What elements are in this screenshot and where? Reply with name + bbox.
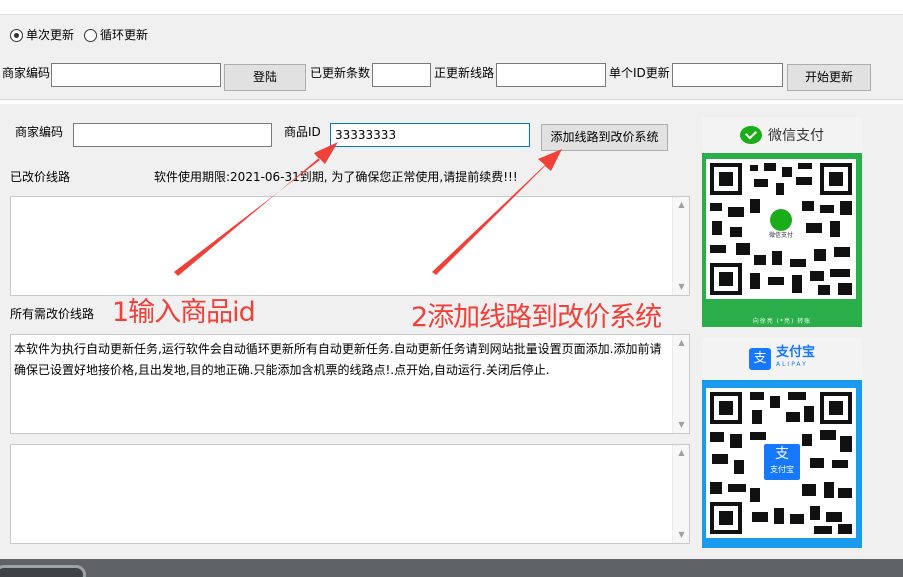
wechat-qr-area: 微信支付 向徐亮 (*亮) 转账 bbox=[702, 153, 862, 327]
description-text: 本软件为执行自动更新任务,运行软件会自动循环更新所有自动更新任务.自动更新任务请… bbox=[14, 342, 662, 377]
scroll-down-icon[interactable]: ▼ bbox=[673, 527, 690, 543]
single-update-radio[interactable]: 单次更新 bbox=[10, 27, 74, 43]
single-update-label: 单次更新 bbox=[26, 28, 75, 42]
add-route-button[interactable]: 添加线路到改价系统 bbox=[541, 124, 668, 151]
changed-routes-label: 已改价线路 bbox=[10, 170, 71, 184]
alipay-subtitle: ALIPAY bbox=[775, 361, 808, 368]
updated-count-label: 已更新条数 bbox=[310, 66, 371, 80]
wechat-center-label: 微信支付 bbox=[768, 232, 793, 239]
radio-dot bbox=[84, 28, 97, 42]
updating-route-input[interactable] bbox=[496, 63, 606, 87]
alipay-logo-icon: 支 bbox=[748, 348, 771, 370]
wechat-logo-icon bbox=[740, 126, 762, 144]
alipay-center-label: 支付宝 bbox=[764, 464, 800, 476]
wechat-footer: 向徐亮 (*亮) 转账 bbox=[752, 318, 812, 325]
wechat-pay-title: 微信支付 bbox=[768, 128, 824, 144]
wechat-center-badge: 微信支付 bbox=[761, 207, 801, 247]
alipay-center-badge: 支 支付宝 bbox=[762, 442, 802, 482]
loop-update-radio[interactable]: 循环更新 bbox=[84, 27, 148, 43]
expiry-notice: 软件使用期限:2021-06-31到期, 为了确保您正常使用,请提前续费!!! bbox=[154, 170, 518, 184]
start-update-button[interactable]: 开始更新 bbox=[787, 64, 871, 91]
radio-dot-checked bbox=[10, 28, 23, 42]
loop-update-label: 循环更新 bbox=[100, 28, 149, 42]
alipay-card: 支 支付宝 ALIPAY 支 支付宝 bbox=[702, 338, 862, 548]
wechat-center-icon bbox=[770, 209, 792, 231]
all-routes-textbox[interactable]: ▲ ▼ bbox=[10, 444, 690, 544]
wechat-pay-card: 微信支付 微信支付 向徐亮 (*亮) 转账 bbox=[702, 117, 862, 327]
scroll-down-icon[interactable]: ▼ bbox=[673, 279, 690, 295]
step2-annotation: 2添加线路到改价系统 bbox=[411, 302, 662, 333]
alipay-center-icon: 支 bbox=[775, 446, 789, 462]
scroll-up-icon[interactable]: ▲ bbox=[673, 197, 690, 213]
top-merchant-label: 商家编码 bbox=[2, 66, 51, 80]
alipay-title: 支付宝 bbox=[775, 345, 815, 360]
alipay-header: 支 支付宝 ALIPAY bbox=[702, 338, 862, 380]
alipay-qr-area: 支 支付宝 bbox=[702, 380, 862, 548]
login-button[interactable]: 登陆 bbox=[224, 64, 306, 91]
taskbar-app-icon[interactable] bbox=[0, 565, 86, 577]
product-id-label: 商品ID bbox=[284, 125, 321, 139]
taskbar bbox=[0, 559, 903, 577]
single-id-label: 单个ID更新 bbox=[609, 66, 670, 80]
alipay-qr-code: 支 支付宝 bbox=[706, 388, 856, 538]
changed-routes-textbox[interactable]: ▲ ▼ bbox=[10, 196, 690, 296]
single-id-input[interactable] bbox=[672, 63, 783, 87]
wechat-qr-code: 微信支付 bbox=[706, 159, 856, 299]
scrollbar[interactable]: ▲ ▼ bbox=[672, 197, 689, 295]
scroll-up-icon[interactable]: ▲ bbox=[673, 445, 690, 461]
top-merchant-input[interactable] bbox=[51, 63, 221, 87]
scroll-up-icon[interactable]: ▲ bbox=[673, 335, 690, 351]
product-id-input[interactable]: 33333333 bbox=[330, 123, 530, 147]
step1-annotation: 1输入商品id bbox=[112, 297, 256, 328]
description-textbox[interactable]: 本软件为执行自动更新任务,运行软件会自动循环更新所有自动更新任务.自动更新任务请… bbox=[10, 334, 690, 434]
main-merchant-input[interactable] bbox=[73, 123, 272, 147]
scrollbar[interactable]: ▲ ▼ bbox=[672, 335, 689, 433]
all-routes-label: 所有需改价线路 bbox=[10, 307, 95, 321]
scrollbar[interactable]: ▲ ▼ bbox=[672, 445, 689, 543]
wechat-pay-header: 微信支付 bbox=[702, 117, 862, 153]
main-merchant-label: 商家编码 bbox=[15, 125, 64, 139]
scroll-down-icon[interactable]: ▼ bbox=[673, 417, 690, 433]
updating-route-label: 正更新线路 bbox=[434, 66, 495, 80]
updated-count-input[interactable] bbox=[372, 63, 431, 87]
